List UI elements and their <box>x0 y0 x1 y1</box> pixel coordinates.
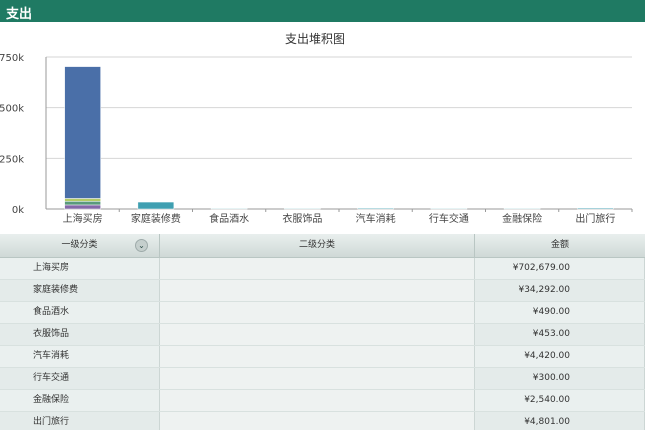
header-level2[interactable]: 二级分类 <box>160 234 475 257</box>
table-body: 上海买房 ¥702,679.00 家庭装修费 ¥34,292.00 食品酒水 ¥490.0… <box>0 258 645 430</box>
bar-segment[interactable] <box>137 201 175 210</box>
cell-level1: 金融保险 <box>0 390 160 411</box>
bar-segment[interactable] <box>210 208 248 210</box>
table-row[interactable]: 食品酒水 ¥490.00 <box>0 302 645 324</box>
x-category-label: 汽车消耗 <box>356 212 396 225</box>
expense-chart-panel: 支出堆积图 0k 250k 500k 750k 上海买房 家庭装修费 食品酒水 衣服饰品 汽车消耗… <box>0 22 645 232</box>
table-row[interactable]: 出门旅行 ¥4,801.00 <box>0 412 645 430</box>
cell-level2 <box>160 390 475 411</box>
cell-amount: ¥490.00 <box>475 302 645 323</box>
bar-segment[interactable] <box>430 208 468 210</box>
x-category-label: 家庭装修费 <box>131 212 181 225</box>
cell-level2 <box>160 280 475 301</box>
cell-amount: ¥4,420.00 <box>475 346 645 367</box>
x-category-label: 行车交通 <box>429 212 469 225</box>
chart-title: 支出堆积图 <box>285 32 345 46</box>
y-tick-label: 500k <box>0 104 24 115</box>
bar-segment[interactable] <box>284 208 321 210</box>
table-row[interactable]: 上海买房 ¥702,679.00 <box>0 258 645 280</box>
cell-level1: 家庭装修费 <box>0 280 160 301</box>
table-row[interactable]: 行车交通 ¥300.00 <box>0 368 645 390</box>
table-row[interactable]: 汽车消耗 ¥4,420.00 <box>0 346 645 368</box>
cell-level1: 出门旅行 <box>0 412 160 430</box>
bar-segment[interactable] <box>64 66 101 199</box>
cell-level2 <box>160 412 475 430</box>
cell-amount: ¥34,292.00 <box>475 280 645 301</box>
table-row[interactable]: 家庭装修费 ¥34,292.00 <box>0 280 645 302</box>
cell-amount: ¥453.00 <box>475 324 645 345</box>
bar-segment[interactable] <box>64 204 101 210</box>
cell-level2 <box>160 324 475 345</box>
header-amount[interactable]: 金额 <box>475 234 645 257</box>
cell-level2 <box>160 368 475 389</box>
cell-amount: ¥702,679.00 <box>475 258 645 279</box>
bar-segment[interactable] <box>503 208 541 210</box>
x-category-label: 金融保险 <box>502 212 542 225</box>
x-category-label: 衣服饰品 <box>282 212 322 225</box>
table-header: 一级分类 ⌄ 二级分类 金额 <box>0 234 645 258</box>
bar-segment[interactable] <box>357 207 394 210</box>
x-category-label: 上海买房 <box>63 212 103 225</box>
bar-segment[interactable] <box>64 201 101 206</box>
cell-amount: ¥2,540.00 <box>475 390 645 411</box>
expense-table: 一级分类 ⌄ 二级分类 金额 上海买房 ¥702,679.00 家庭装修费 ¥34,2… <box>0 234 645 430</box>
page-title: 支出 <box>6 7 33 22</box>
cell-level1: 衣服饰品 <box>0 324 160 345</box>
y-tick-label: 750k <box>0 53 24 64</box>
cell-level1: 食品酒水 <box>0 302 160 323</box>
table-row[interactable]: 衣服饰品 ¥453.00 <box>0 324 645 346</box>
cell-level1: 汽车消耗 <box>0 346 160 367</box>
y-tick-label: 250k <box>0 154 24 165</box>
x-category-label: 食品酒水 <box>209 212 249 225</box>
cell-amount: ¥4,801.00 <box>475 412 645 430</box>
header-level2-label: 二级分类 <box>298 240 335 250</box>
bar-segment[interactable] <box>577 207 614 210</box>
stacked-bar-chart: 支出堆积图 0k 250k 500k 750k 上海买房 家庭装修费 食品酒水 衣服饰品 汽车消耗… <box>0 32 633 225</box>
header-level1-label: 一级分类 <box>61 240 98 250</box>
cell-level2 <box>160 258 475 279</box>
app-header: 支出 <box>0 0 645 22</box>
cell-level1: 行车交通 <box>0 368 160 389</box>
header-amount-label: 金额 <box>550 240 569 250</box>
cell-level2 <box>160 302 475 323</box>
cell-level1: 上海买房 <box>0 258 160 279</box>
double-chevron-down-icon[interactable]: ⌄ <box>135 239 148 252</box>
cell-amount: ¥300.00 <box>475 368 645 389</box>
x-category-label: 出门旅行 <box>575 212 615 225</box>
cell-level2 <box>160 346 475 367</box>
table-row[interactable]: 金融保险 ¥2,540.00 <box>0 390 645 412</box>
y-tick-label: 0k <box>12 205 24 216</box>
bar-segment[interactable] <box>64 198 101 202</box>
header-level1[interactable]: 一级分类 ⌄ <box>0 234 160 257</box>
